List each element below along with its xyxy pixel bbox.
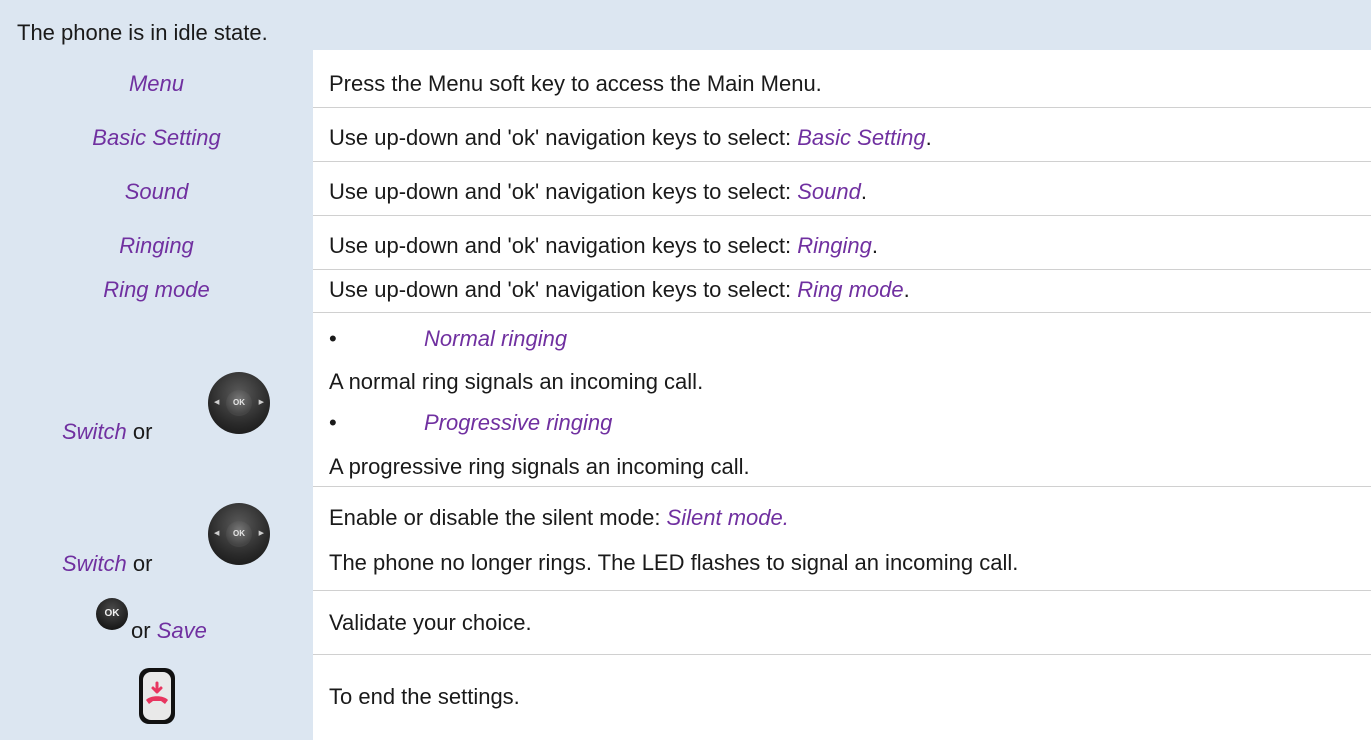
row-divider	[313, 590, 1371, 591]
option-progressive-ringing: Progressive ringing	[424, 410, 613, 435]
step-desc-ringing: Use up-down and 'ok' navigation keys to …	[329, 233, 878, 258]
row-divider	[313, 107, 1371, 108]
navigator-key-icon: ◀ OK ▶	[208, 372, 270, 434]
row-divider	[313, 161, 1371, 162]
step-desc-sound: Use up-down and 'ok' navigation keys to …	[329, 179, 867, 204]
navigator-key-icon: ◀ OK ▶	[208, 503, 270, 565]
option-normal-ringing-desc: A normal ring signals an incoming call.	[329, 369, 704, 394]
bullet: •	[329, 410, 337, 435]
row-divider	[313, 486, 1371, 487]
ok-key-icon: OK	[96, 598, 128, 630]
header-text: The phone is in idle state.	[17, 20, 268, 46]
instruction-table: The phone is in idle state. Menu Press t…	[0, 0, 1371, 740]
step-desc-menu: Press the Menu soft key to access the Ma…	[329, 71, 822, 96]
row-divider	[313, 215, 1371, 216]
row-divider	[313, 312, 1371, 313]
validate-label: or Save	[131, 618, 207, 643]
option-normal-ringing: Normal ringing	[424, 326, 568, 351]
step-desc-basic-setting: Use up-down and 'ok' navigation keys to …	[329, 125, 932, 150]
step-label-ringing: Ringing	[119, 233, 194, 258]
switch-label: Switch or	[62, 419, 153, 444]
step-label-ring-mode: Ring mode	[103, 277, 210, 302]
row-divider	[313, 654, 1371, 655]
end-call-key-icon	[139, 668, 175, 724]
validate-desc: Validate your choice.	[329, 610, 532, 635]
silent-mode-desc: Enable or disable the silent mode: Silen…	[329, 505, 789, 530]
step-label-sound: Sound	[124, 179, 189, 204]
table-header: The phone is in idle state.	[0, 0, 1371, 50]
step-label-basic-setting: Basic Setting	[92, 125, 221, 150]
bullet: •	[329, 326, 337, 351]
switch-silent-label: Switch or	[62, 551, 153, 576]
step-label-menu: Menu	[128, 71, 185, 96]
silent-mode-note: The phone no longer rings. The LED flash…	[329, 550, 1019, 575]
end-settings-desc: To end the settings.	[329, 684, 520, 709]
row-divider	[313, 269, 1371, 270]
step-desc-ring-mode: Use up-down and 'ok' navigation keys to …	[329, 277, 910, 302]
option-progressive-ringing-desc: A progressive ring signals an incoming c…	[329, 454, 750, 479]
